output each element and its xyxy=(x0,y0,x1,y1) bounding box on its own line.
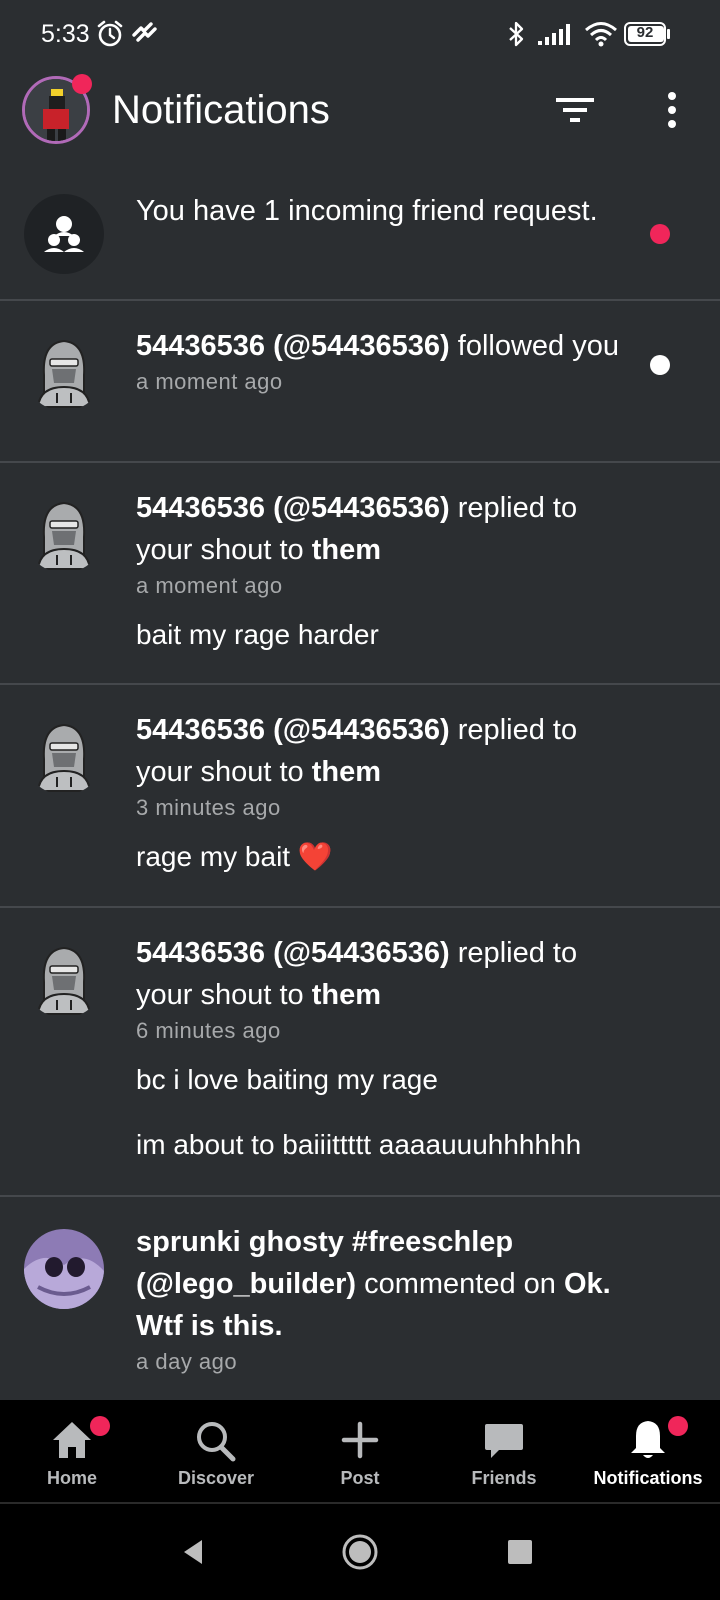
plus-icon xyxy=(341,1421,379,1459)
notification-text: 54436536 (@54436536) followed you xyxy=(136,325,646,367)
battery-level: 92 xyxy=(636,24,654,41)
notification-text: 54436536 (@54436536) replied to your sho… xyxy=(136,932,616,1016)
user-avatar[interactable] xyxy=(24,1229,104,1309)
nav-notifications[interactable]: Notifications xyxy=(576,1400,720,1504)
alarm-icon xyxy=(97,20,123,47)
notification-comment[interactable]: sprunki ghosty #freeschlep (@lego_builde… xyxy=(0,1197,720,1400)
nav-friends[interactable]: Friends xyxy=(432,1400,576,1504)
user-avatar[interactable] xyxy=(24,331,104,411)
unread-dot xyxy=(650,355,670,375)
nav-post[interactable]: Post xyxy=(288,1400,432,1504)
notification-action: commented on xyxy=(356,1268,564,1300)
signal-icon xyxy=(538,24,570,45)
notification-user[interactable]: 54436536 (@54436536) xyxy=(136,330,450,362)
page-title: Notifications xyxy=(112,88,330,132)
notification-user[interactable]: 54436536 (@54436536) xyxy=(136,492,450,524)
notification-target[interactable]: them xyxy=(312,756,381,788)
recents-icon[interactable] xyxy=(506,1538,534,1566)
notification-time: a moment ago xyxy=(136,573,283,598)
notification-user[interactable]: 54436536 (@54436536) xyxy=(136,937,450,969)
notification-text: 54436536 (@54436536) replied to your sho… xyxy=(136,487,616,571)
bell-icon xyxy=(631,1421,665,1458)
notifications-badge xyxy=(668,1416,688,1436)
notification-time: 3 minutes ago xyxy=(136,795,281,820)
friends-group-icon xyxy=(24,194,104,274)
app-notification-icon xyxy=(132,22,157,42)
user-avatar[interactable] xyxy=(24,715,104,795)
home-badge xyxy=(90,1416,110,1436)
bluetooth-icon xyxy=(509,21,524,47)
nav-discover[interactable]: Discover xyxy=(144,1400,288,1504)
profile-badge xyxy=(72,74,92,94)
wifi-icon xyxy=(585,22,617,47)
notification-reply[interactable]: 54436536 (@54436536) replied to your sho… xyxy=(0,463,720,685)
system-navigation xyxy=(0,1504,720,1600)
notification-target[interactable]: them xyxy=(312,979,381,1011)
unread-dot xyxy=(650,224,670,244)
back-icon[interactable] xyxy=(178,1536,210,1568)
filter-icon[interactable] xyxy=(554,90,598,130)
notification-text: sprunki ghosty #freeschlep (@lego_builde… xyxy=(136,1221,646,1347)
notification-user[interactable]: 54436536 (@54436536) xyxy=(136,714,450,746)
home-circle-icon[interactable] xyxy=(340,1532,380,1572)
notification-text: 54436536 (@54436536) replied to your sho… xyxy=(136,709,616,793)
nav-label: Friends xyxy=(471,1468,537,1488)
notification-action: followed you xyxy=(449,330,619,362)
notification-text: You have 1 incoming friend request. xyxy=(136,195,598,227)
notification-message: rage my bait ❤️ xyxy=(136,841,333,872)
app-header: Notifications xyxy=(0,70,720,160)
notification-friend-request[interactable]: You have 1 incoming friend request. xyxy=(0,170,720,301)
nav-home[interactable]: Home xyxy=(0,1400,144,1504)
nav-label: Notifications xyxy=(593,1468,703,1488)
notification-time: a moment ago xyxy=(136,369,283,394)
user-avatar[interactable] xyxy=(24,938,104,1018)
more-vert-icon[interactable] xyxy=(654,88,690,132)
notification-reply[interactable]: 54436536 (@54436536) replied to your sho… xyxy=(0,908,720,1197)
chat-bubble-icon xyxy=(485,1424,523,1458)
nav-label: Post xyxy=(340,1468,380,1488)
notification-time: a day ago xyxy=(136,1349,238,1374)
nav-label: Discover xyxy=(177,1468,255,1488)
notification-message: im about to baiiittttt aaaauuuhhhhhh xyxy=(136,1129,582,1160)
nav-label: Home xyxy=(46,1468,97,1488)
status-time: 5:33 xyxy=(41,20,90,48)
notification-target[interactable]: them xyxy=(312,534,381,566)
notification-follow[interactable]: 54436536 (@54436536) followed you a mome… xyxy=(0,301,720,463)
notification-reply[interactable]: 54436536 (@54436536) replied to your sho… xyxy=(0,685,720,908)
search-icon xyxy=(197,1422,236,1462)
notification-message: bc i love baiting my rage xyxy=(136,1064,438,1095)
bottom-navigation: Home Discover Post Friends Notifications xyxy=(0,1400,720,1504)
notification-message: bait my rage harder xyxy=(136,619,379,650)
battery-icon: 92 xyxy=(624,22,670,46)
notification-time: 6 minutes ago xyxy=(136,1018,281,1043)
status-bar: 5:33 92 xyxy=(0,0,720,70)
user-avatar[interactable] xyxy=(24,493,104,573)
